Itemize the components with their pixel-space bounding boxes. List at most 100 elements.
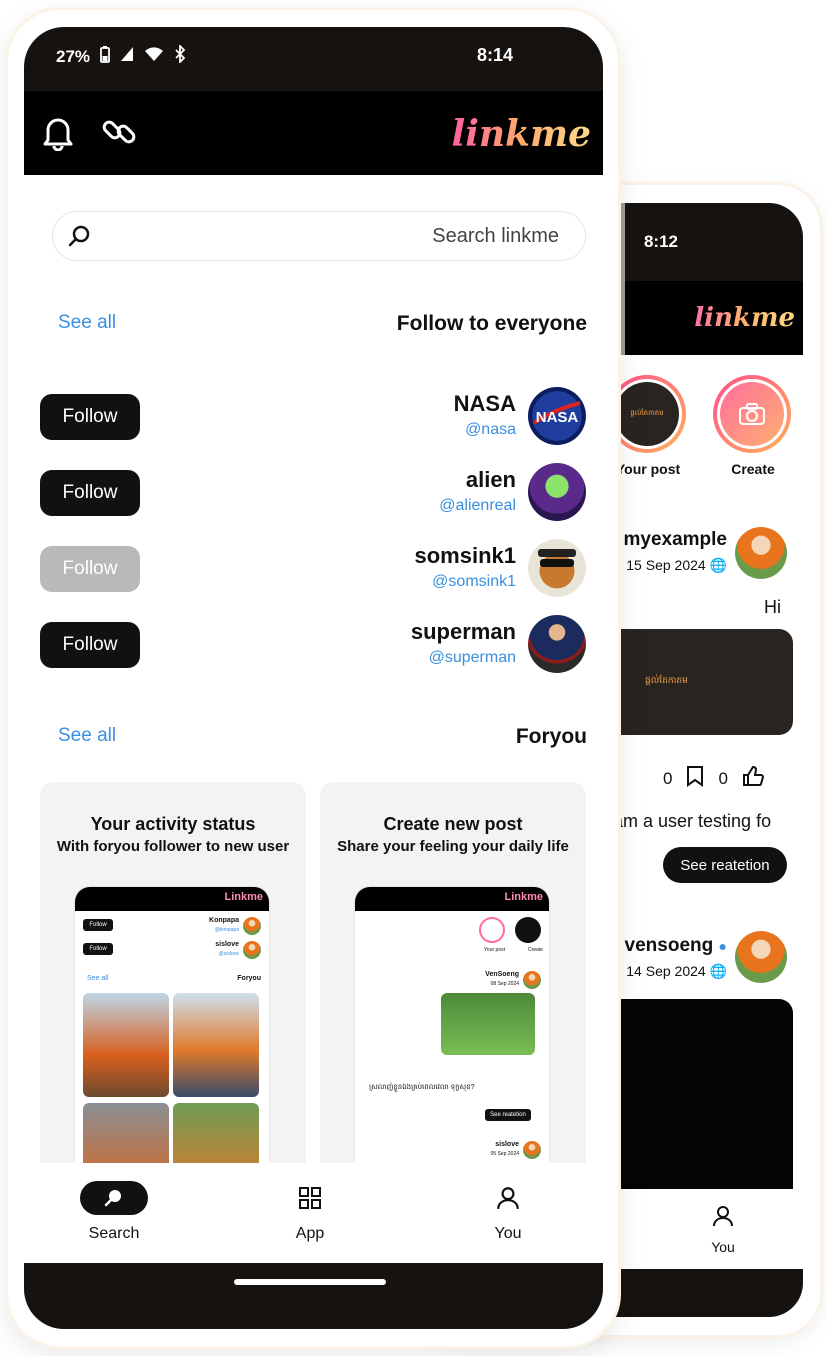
section-title-foryou: Foryou xyxy=(515,725,587,748)
user-name[interactable]: superman xyxy=(411,619,516,645)
feed-post: vensoeng ● 14 Sep 2024 🌐 xyxy=(603,913,803,1213)
stories-row: Create ផ្ដល់តែកាតម Your post xyxy=(603,355,803,495)
search-input[interactable]: Search linkme xyxy=(52,211,586,261)
nav-you-label[interactable]: You xyxy=(711,1239,735,1255)
follow-button[interactable]: Follow xyxy=(40,546,140,592)
nav-label: You xyxy=(494,1225,522,1242)
post-author-name: vensoeng xyxy=(624,935,714,956)
follow-button[interactable]: Follow xyxy=(40,394,140,440)
preview-user-2: sislove xyxy=(495,1141,519,1148)
preview-photo xyxy=(83,993,169,1097)
save-count: 0 xyxy=(718,768,728,788)
preview-photo xyxy=(441,993,535,1055)
user-name[interactable]: NASA xyxy=(454,391,516,417)
user-name[interactable]: alien xyxy=(466,467,516,493)
user-handle[interactable]: @alienreal xyxy=(439,497,516,515)
preview-button: See reatetion xyxy=(485,1109,531,1121)
preview-user: VenSoeng xyxy=(485,971,519,978)
preview-header: Linkme xyxy=(75,887,269,911)
user-handle[interactable]: @somsink1 xyxy=(432,573,516,591)
avatar-nasa[interactable]: NASA xyxy=(528,387,586,445)
avatar xyxy=(243,917,261,935)
see-reaction-button[interactable]: See reatetion xyxy=(663,847,787,883)
camera-icon xyxy=(720,382,784,446)
status-bar: 8:12 xyxy=(603,203,803,281)
avatar[interactable] xyxy=(735,527,787,579)
card-title: Create new post xyxy=(383,814,523,834)
preview-foryou: Foryou xyxy=(237,975,261,982)
post-caption: I am a user testing fo xyxy=(603,811,772,831)
post-date-text: 15 Sep 2024 xyxy=(626,557,706,573)
see-all-link[interactable]: See all xyxy=(58,725,116,747)
wifi-icon xyxy=(144,46,164,67)
story-your-post-label: Your post xyxy=(615,461,681,477)
nav-label: Search xyxy=(88,1225,140,1242)
user-handle[interactable]: @superman xyxy=(429,649,516,667)
post-media[interactable]: ផ្ដល់តែកាតម xyxy=(603,629,793,735)
preview-handle: @konpapa xyxy=(214,927,239,933)
avatar-somsink1[interactable] xyxy=(528,539,586,597)
foryou-card-create-post[interactable]: Create new post Share your feeling your … xyxy=(320,782,586,1182)
like-icon[interactable] xyxy=(742,765,764,792)
avatar xyxy=(243,941,261,959)
suggested-user: alien @alienreal Follow xyxy=(40,463,586,523)
preview-follow-button: Follow xyxy=(83,919,113,931)
your-post-thumb-text: ផ្ដល់តែកាតម xyxy=(630,410,664,417)
bottom-nav: You xyxy=(603,1189,803,1269)
battery-percent: 27% xyxy=(56,46,91,66)
battery-icon xyxy=(100,45,110,68)
status-time: 8:14 xyxy=(476,45,513,65)
post-date: 14 Sep 2024 🌐 xyxy=(626,963,727,980)
preview-photo xyxy=(173,993,259,1097)
status-time: 8:12 xyxy=(643,232,678,251)
preview-handle-2: @sislove xyxy=(218,951,239,957)
story-your-post[interactable]: ផ្ដល់តែកាតម Your post xyxy=(608,375,688,477)
status-bar: 27% 8:14 xyxy=(24,27,603,91)
signal-icon xyxy=(120,46,134,67)
post-author[interactable]: myexample xyxy=(623,529,727,551)
verified-icon: ● xyxy=(718,938,727,954)
like-count: 0 xyxy=(663,768,673,788)
linkme-logo[interactable]: linkme xyxy=(452,113,591,155)
post-author[interactable]: vensoeng ● xyxy=(625,935,727,957)
suggested-user: somsink1 @somsink1 Follow xyxy=(40,539,586,599)
user-name[interactable]: somsink1 xyxy=(415,543,517,569)
avatar-superman[interactable] xyxy=(528,615,586,673)
preview-logo: Linkme xyxy=(224,891,263,903)
avatar-alien[interactable] xyxy=(528,463,586,521)
preview-your-post-label: Your post xyxy=(484,947,505,953)
link-icon[interactable] xyxy=(100,113,140,153)
post-date: 15 Sep 2024 🌐 xyxy=(626,557,727,574)
status-indicators: 27% xyxy=(56,43,186,68)
globe-icon: 🌐 xyxy=(709,963,727,979)
story-create[interactable]: Create xyxy=(713,375,793,477)
svg-text:NASA: NASA xyxy=(536,409,579,426)
follow-button[interactable]: Follow xyxy=(40,622,140,668)
linkme-logo[interactable]: linkme xyxy=(694,303,795,333)
preview-user-2: sislove xyxy=(215,941,239,948)
preview-create-label: Create xyxy=(527,947,543,953)
back-screen: 8:12 linkme Create ផ្ដល់តែកាតម Your post… xyxy=(603,203,803,1317)
nav-search[interactable]: Search xyxy=(64,1181,164,1243)
avatar[interactable] xyxy=(735,931,787,983)
person-icon xyxy=(458,1181,558,1215)
preview-date-2: 05 Sep 2024 xyxy=(490,1151,519,1157)
user-handle[interactable]: @nasa xyxy=(465,421,516,439)
card-subtitle: Share your feeling your daily life xyxy=(337,838,569,855)
search-icon xyxy=(67,223,93,254)
person-icon[interactable] xyxy=(711,1204,735,1233)
front-screen: 27% 8:14 linkme Search linkme Follow to … xyxy=(24,27,603,1329)
suggested-user: superman @superman Follow xyxy=(40,615,586,675)
home-indicator[interactable] xyxy=(234,1279,386,1285)
bookmark-icon[interactable] xyxy=(686,765,704,792)
system-nav-bar xyxy=(24,1263,603,1329)
nav-you[interactable]: You xyxy=(458,1181,558,1243)
section-title-follow: Follow to everyone xyxy=(396,312,587,335)
post-media[interactable] xyxy=(603,999,793,1205)
see-all-link[interactable]: See all xyxy=(58,312,116,334)
bell-icon[interactable] xyxy=(40,113,80,153)
follow-button[interactable]: Follow xyxy=(40,470,140,516)
preview-header: Linkme xyxy=(355,887,549,911)
nav-app[interactable]: App xyxy=(260,1181,360,1243)
foryou-card-activity[interactable]: Your activity status With foryou followe… xyxy=(40,782,306,1182)
